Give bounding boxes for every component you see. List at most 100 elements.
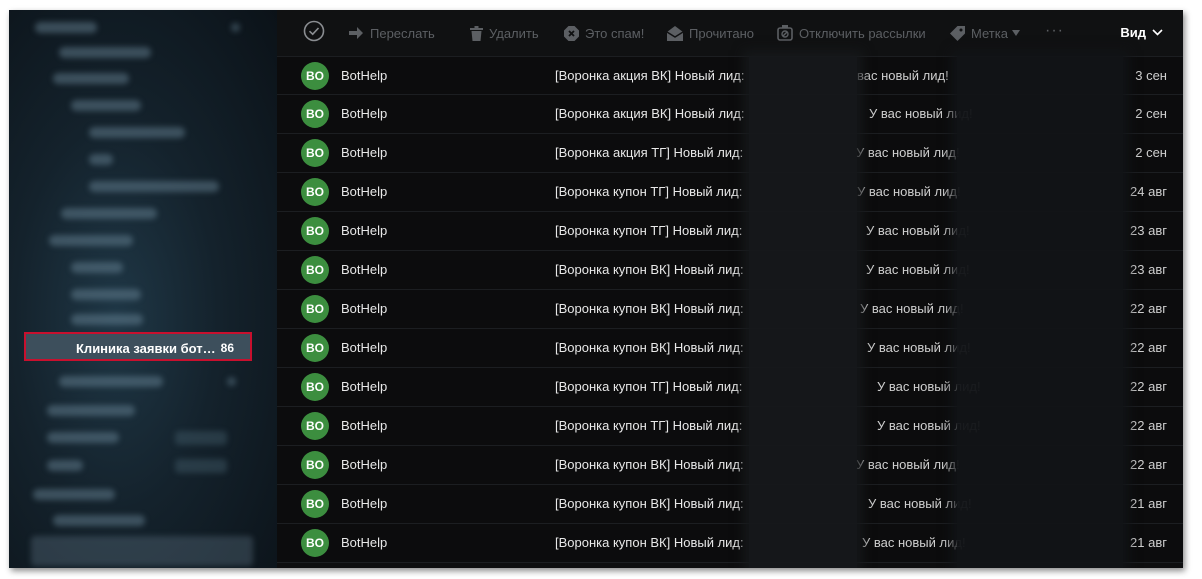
check-circle-icon — [303, 20, 325, 42]
email-subject: [Воронка купон ТГ] Новый лид: — [555, 418, 743, 433]
email-date: 22 авг — [1130, 379, 1167, 394]
spam-icon — [564, 25, 579, 41]
forward-label: Переслать — [370, 25, 435, 41]
more-actions-button[interactable]: ··· — [1045, 22, 1064, 40]
sender-name: BotHelp — [341, 457, 388, 472]
email-row[interactable]: BO BotHelp [Воронка купон ВК] Новый лид: У … — [277, 329, 1183, 368]
email-subject: [Воронка акция ВК] Новый лид: — [555, 68, 745, 83]
sender-avatar: BO — [301, 139, 329, 167]
unsubscribe-label: Отключить рассылки — [799, 25, 926, 41]
email-subject: [Воронка акция ТГ] Новый лид: — [555, 145, 744, 160]
tag-icon — [950, 25, 965, 41]
email-row[interactable]: BO BotHelp [Воронка купон ТГ] Новый лид: У … — [277, 368, 1183, 407]
label-dropdown-button[interactable]: Метка — [950, 24, 1020, 42]
email-date: 24 авг — [1130, 184, 1167, 199]
email-subject: [Воронка купон ТГ] Новый лид: — [555, 379, 743, 394]
email-subject: [Воронка акция ВК] Новый лид: — [555, 106, 745, 121]
sender-avatar: BO — [301, 490, 329, 518]
email-row[interactable]: BO BotHelp [Воронка купон ВК] Новый лид: У … — [277, 446, 1183, 485]
email-date: 23 авг — [1130, 262, 1167, 277]
forward-arrow-icon — [349, 27, 363, 39]
email-subject: [Воронка купон ВК] Новый лид: — [555, 301, 744, 316]
email-date: 3 сен — [1135, 68, 1167, 83]
email-row[interactable]: BO BotHelp [Воронка купон ВК] Новый лид: У … — [277, 251, 1183, 290]
email-date: 2 сен — [1135, 106, 1167, 121]
sender-avatar: BO — [301, 295, 329, 323]
unsubscribe-button[interactable]: Отключить рассылки — [777, 24, 926, 42]
email-preview: У вас новый лид! — [868, 496, 972, 511]
email-date: 21 авг — [1130, 496, 1167, 511]
sender-name: BotHelp — [341, 262, 388, 277]
email-preview: У вас новый лид! — [877, 418, 981, 433]
sender-name: BotHelp — [341, 106, 388, 121]
sender-avatar: BO — [301, 373, 329, 401]
forward-button[interactable]: Переслать — [348, 24, 435, 42]
mark-read-button[interactable]: Прочитано — [667, 24, 754, 42]
folder-sidebar: Клиника заявки ботх… 86 — [9, 10, 277, 568]
toolbar: Переслать Удалить Это спам! Прочитано От… — [277, 10, 1183, 56]
sender-name: BotHelp — [341, 223, 388, 238]
sender-avatar: BO — [301, 451, 329, 479]
email-preview: У вас новый лид! — [867, 340, 971, 355]
email-subject: [Воронка купон ВК] Новый лид: — [555, 496, 744, 511]
email-subject: [Воронка купон ВК] Новый лид: — [555, 340, 744, 355]
email-preview: У вас новый лид! — [860, 301, 964, 316]
email-subject: [Воронка купон ТГ] Новый лид: — [555, 223, 743, 238]
folder-item-active[interactable]: Клиника заявки ботх… 86 — [24, 332, 252, 361]
mark-read-label: Прочитано — [689, 25, 754, 41]
email-row[interactable]: BO BotHelp [Воронка купон ВК] Новый лид: У … — [277, 290, 1183, 329]
select-all-checkbox[interactable] — [303, 20, 331, 42]
sender-avatar: BO — [301, 334, 329, 362]
email-row[interactable]: BO BotHelp [Воронка купон ТГ] Новый лид: У … — [277, 212, 1183, 251]
email-row[interactable]: BO BotHelp [Воронка акция ВК] Новый лид: У … — [277, 95, 1183, 134]
email-preview: У вас новый лид! — [862, 535, 966, 550]
email-subject: [Воронка купон ВК] Новый лид: — [555, 535, 744, 550]
sender-avatar: BO — [301, 217, 329, 245]
email-row[interactable]: BO BotHelp [Воронка купон ВК] Новый лид: У … — [277, 485, 1183, 524]
email-row[interactable]: BO BotHelp [Воронка купон ВК] Новый лид: У … — [277, 524, 1183, 563]
message-list-panel: Переслать Удалить Это спам! Прочитано От… — [277, 10, 1183, 568]
email-date: 23 авг — [1130, 223, 1167, 238]
email-preview: вас новый лид! — [857, 68, 949, 83]
sender-name: BotHelp — [341, 301, 388, 316]
email-date: 21 авг — [1130, 535, 1167, 550]
email-preview: У вас новый лид! — [856, 457, 960, 472]
email-date: 22 авг — [1130, 457, 1167, 472]
spam-button[interactable]: Это спам! — [564, 24, 644, 42]
email-row[interactable]: BO BotHelp [Воронка купон ТГ] Новый лид: У … — [277, 173, 1183, 212]
view-label: Вид — [1120, 25, 1146, 40]
email-preview: У вас новый лид! — [856, 145, 960, 160]
email-preview: У вас новый лид! — [866, 223, 970, 238]
more-actions-label: ··· — [1045, 22, 1064, 39]
sender-name: BotHelp — [341, 379, 388, 394]
sender-avatar: BO — [301, 529, 329, 557]
view-dropdown-button[interactable]: Вид — [1120, 25, 1163, 40]
sender-avatar: BO — [301, 256, 329, 284]
sender-name: BotHelp — [341, 145, 388, 160]
sender-name: BotHelp — [341, 68, 388, 83]
email-preview: У вас новый лид! — [877, 379, 981, 394]
email-preview: У вас новый лид! — [869, 106, 973, 121]
sender-avatar: BO — [301, 100, 329, 128]
folder-name: Клиника заявки ботх… — [76, 341, 216, 356]
email-row[interactable]: BO BotHelp [Воронка купон ТГ] Новый лид: У … — [277, 407, 1183, 446]
sender-avatar: BO — [301, 62, 329, 90]
email-preview: У вас новый лид! — [857, 184, 961, 199]
blurred-folder-list — [9, 10, 277, 568]
sender-avatar: BO — [301, 412, 329, 440]
email-row[interactable]: BO BotHelp [Воронка акция ТГ] Новый лид: У … — [277, 134, 1183, 173]
email-subject: [Воронка купон ТГ] Новый лид: — [555, 184, 743, 199]
email-preview: У вас новый лид! — [866, 262, 970, 277]
caret-down-icon — [1011, 30, 1020, 36]
email-row[interactable]: BO BotHelp [Воронка акция ВК] Новый лид: ва… — [277, 56, 1183, 95]
sender-name: BotHelp — [341, 340, 388, 355]
sender-avatar: BO — [301, 178, 329, 206]
email-date: 22 авг — [1130, 340, 1167, 355]
email-subject: [Воронка купон ВК] Новый лид: — [555, 262, 744, 277]
sender-name: BotHelp — [341, 418, 388, 433]
email-subject: [Воронка купон ВК] Новый лид: — [555, 457, 744, 472]
email-date: 2 сен — [1135, 145, 1167, 160]
delete-button[interactable]: Удалить — [470, 24, 539, 42]
label-label: Метка — [971, 25, 1008, 41]
email-date: 22 авг — [1130, 418, 1167, 433]
